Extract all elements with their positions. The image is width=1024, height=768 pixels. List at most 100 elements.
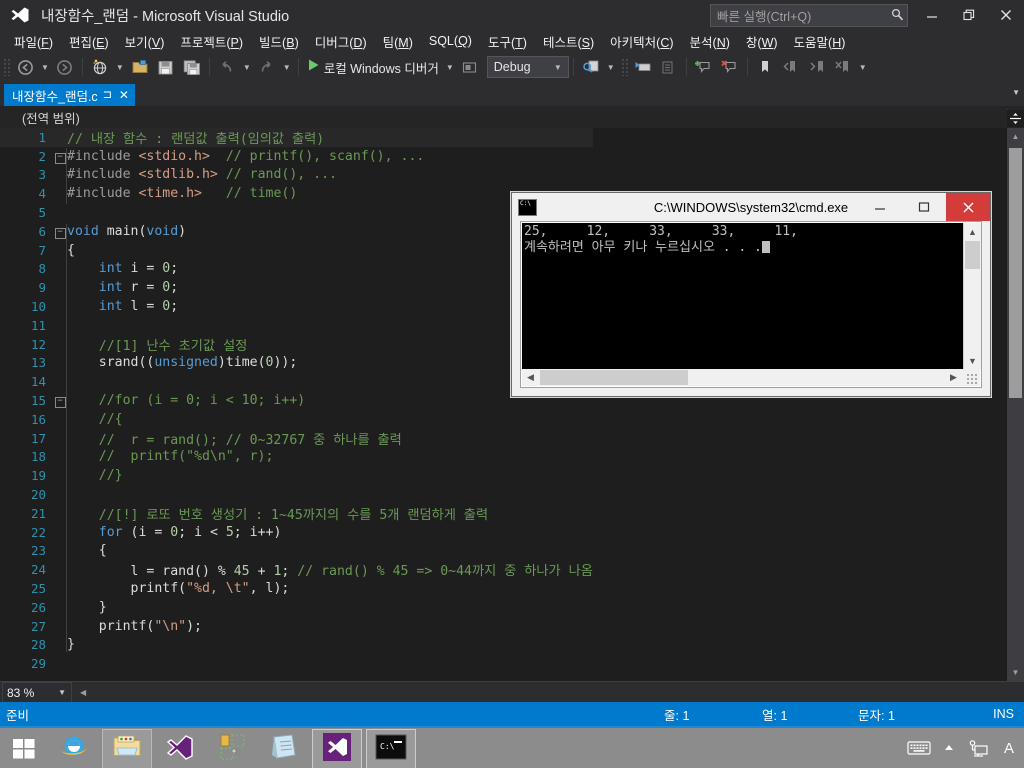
chevron-down-icon[interactable]: ▼ — [964, 352, 981, 369]
menu-item-10[interactable]: 테스트(S) — [535, 30, 602, 53]
bookmark-icon[interactable] — [752, 55, 778, 79]
menu-item-6[interactable]: 디버그(D) — [307, 30, 375, 53]
scrollbar-thumb[interactable] — [540, 370, 688, 385]
show-hidden-icons-icon[interactable] — [934, 728, 964, 768]
chevron-up-icon[interactable]: ▲ — [964, 223, 981, 240]
code-line-7[interactable]: 7{ — [0, 241, 593, 260]
save-icon[interactable] — [153, 55, 179, 79]
code-line-1[interactable]: 1 // 내장 함수 : 랜덤값 출력(임의값 출력) — [0, 128, 593, 147]
save-all-icon[interactable] — [179, 55, 205, 79]
code-line-16[interactable]: 16 //{ — [0, 410, 593, 429]
restore-button[interactable] — [950, 0, 987, 30]
fold-toggle-icon[interactable]: − — [53, 149, 67, 164]
navigate-backward-dropdown[interactable]: ▼ — [38, 63, 52, 72]
menu-item-8[interactable]: SQL(Q) — [421, 32, 480, 50]
code-line-4[interactable]: 4 #include <time.h> // time() — [0, 184, 593, 203]
code-line-19[interactable]: 19 //} — [0, 466, 593, 485]
previous-bookmark-icon[interactable] — [778, 55, 804, 79]
menu-item-11[interactable]: 아키텍처(C) — [602, 30, 681, 53]
undo-dropdown[interactable]: ▼ — [240, 63, 254, 72]
code-line-12[interactable]: 12 //[1] 난수 초기값 설정 — [0, 335, 593, 354]
console-horizontal-scrollbar[interactable]: ◀ ▶ — [522, 369, 980, 386]
code-line-15[interactable]: 15− //for (i = 0; i < 10; i++) — [0, 391, 593, 410]
chevron-right-icon[interactable]: ▶ — [945, 369, 962, 386]
code-line-23[interactable]: 23 { — [0, 542, 593, 561]
menu-item-14[interactable]: 도움말(H) — [786, 30, 854, 53]
find-in-files-icon[interactable] — [578, 55, 604, 79]
zoom-level-combo[interactable]: 83 % ▼ — [2, 682, 72, 703]
find-dropdown[interactable]: ▼ — [604, 63, 618, 72]
toolbar-grip[interactable] — [3, 58, 12, 76]
redo-dropdown[interactable]: ▼ — [280, 63, 294, 72]
taskbar-item-resource-tools[interactable] — [208, 730, 256, 768]
menu-item-2[interactable]: 편집(E) — [61, 30, 117, 53]
taskbar-item-cmd-console-window[interactable]: C:\ — [366, 729, 416, 768]
uncomment-selection-icon[interactable] — [656, 55, 682, 79]
chevron-up-icon[interactable]: ▲ — [1007, 128, 1024, 145]
start-debugging-dropdown[interactable]: ▼ — [443, 63, 457, 72]
menu-item-12[interactable]: 분석(N) — [682, 30, 738, 53]
taskbar-item-internet-explorer[interactable] — [50, 730, 98, 768]
code-line-26[interactable]: 26 } — [0, 598, 593, 617]
code-line-21[interactable]: 21 //[!] 로또 번호 생성기 : 1~45까지의 수를 5개 랜덤하게 … — [0, 504, 593, 523]
menu-item-9[interactable]: 도구(T) — [480, 30, 535, 53]
code-line-29[interactable]: 29 — [0, 654, 593, 673]
taskbar-item-notepad[interactable] — [260, 730, 308, 768]
scope-dropdown[interactable]: (전역 범위) — [22, 108, 1007, 127]
fold-toggle-icon[interactable]: − — [53, 224, 67, 239]
code-line-14[interactable]: 14 — [0, 372, 593, 391]
redo-icon[interactable] — [254, 55, 280, 79]
pin-icon[interactable]: ⊐ — [103, 89, 112, 101]
network-icon[interactable] — [964, 728, 994, 768]
console-maximize-button[interactable] — [902, 193, 946, 221]
console-close-button[interactable] — [946, 193, 990, 221]
chevron-left-icon[interactable]: ◀ — [80, 688, 86, 697]
undo-icon[interactable] — [214, 55, 240, 79]
solution-configuration-combo[interactable]: Debug ▼ — [486, 56, 569, 78]
console-vertical-scrollbar[interactable]: ▲ ▼ — [963, 223, 981, 369]
console-output[interactable]: 25, 12, 33, 33, 11, 계속하려면 아무 키나 누르십시오 . … — [522, 223, 964, 369]
taskbar-item-visual-studio-window[interactable] — [312, 729, 362, 768]
windows-start-icon[interactable] — [0, 729, 48, 768]
fold-toggle-icon[interactable]: − — [53, 393, 67, 409]
new-project-icon[interactable] — [87, 55, 113, 79]
chevron-down-icon[interactable]: ▼ — [1007, 664, 1024, 681]
toolbar-overflow-icon[interactable]: ▼ — [856, 63, 870, 72]
cmd-console-window[interactable]: C:\ C:\WINDOWS\system32\cmd.exe 25, 12, … — [511, 192, 991, 397]
clear-bookmarks-icon[interactable] — [830, 55, 856, 79]
code-line-3[interactable]: 3 #include <stdlib.h> // rand(), ... — [0, 166, 593, 185]
code-line-9[interactable]: 9 int r = 0; — [0, 278, 593, 297]
chevron-left-icon[interactable]: ◀ — [522, 369, 539, 386]
start-debugging-button[interactable]: 로컬 Windows 디버거 — [303, 58, 443, 77]
scrollbar-thumb[interactable] — [1009, 148, 1022, 398]
menu-item-1[interactable]: 파일(F) — [6, 30, 61, 53]
delete-breakpoint-icon[interactable] — [717, 55, 743, 79]
menu-item-3[interactable]: 보기(V) — [117, 30, 173, 53]
code-line-18[interactable]: 18 // printf("%d\n", r); — [0, 448, 593, 467]
toolbar-grip[interactable] — [620, 58, 630, 76]
comment-selection-icon[interactable] — [630, 55, 656, 79]
taskbar-item-file-explorer[interactable] — [102, 729, 152, 768]
code-line-8[interactable]: 8 int i = 0; — [0, 260, 593, 279]
navigate-backward-icon[interactable] — [12, 55, 38, 79]
menu-item-13[interactable]: 창(W) — [738, 30, 786, 53]
toggle-breakpoint-icon[interactable] — [691, 55, 717, 79]
chevron-down-icon[interactable]: ▼ — [1012, 88, 1020, 97]
code-line-20[interactable]: 20 — [0, 485, 593, 504]
tab-내장함수-랜덤-c[interactable]: 내장함수_랜덤.c ⊐ ✕ — [4, 84, 135, 106]
minimize-button[interactable] — [913, 0, 950, 30]
code-line-5[interactable]: 5 — [0, 203, 593, 222]
menu-item-4[interactable]: 프로젝트(P) — [172, 30, 251, 53]
code-line-6[interactable]: 6− void main(void) — [0, 222, 593, 241]
new-project-dropdown[interactable]: ▼ — [113, 63, 127, 72]
menu-item-7[interactable]: 팀(M) — [375, 30, 421, 53]
open-file-icon[interactable] — [127, 55, 153, 79]
code-line-24[interactable]: 24 l = rand() % 45 + 1; // rand() % 45 =… — [0, 560, 593, 579]
ime-indicator-icon[interactable]: A — [994, 728, 1024, 768]
split-view-icon[interactable] — [1007, 110, 1024, 127]
search-icon[interactable] — [887, 8, 907, 24]
code-line-17[interactable]: 17 // r = rand(); // 0~32767 중 하나를 출력 — [0, 429, 593, 448]
code-line-27[interactable]: 27 printf("\n"); — [0, 617, 593, 636]
code-line-13[interactable]: 13 srand((unsigned)time(0)); — [0, 354, 593, 373]
console-minimize-button[interactable] — [858, 193, 902, 221]
